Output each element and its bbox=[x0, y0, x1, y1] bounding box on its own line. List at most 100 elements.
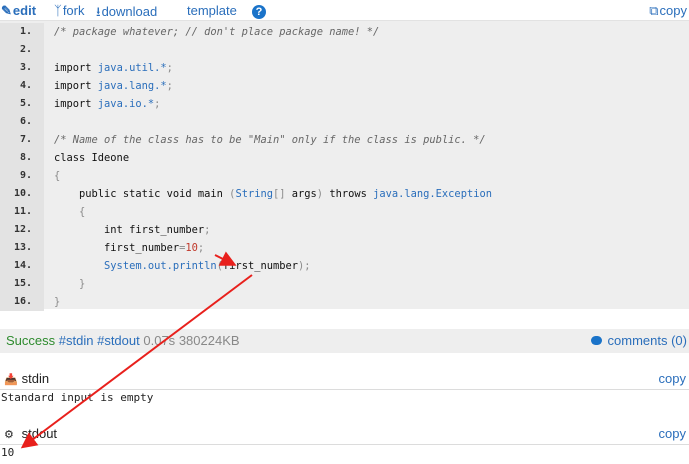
line-number: 10. bbox=[0, 185, 44, 203]
help-icon[interactable]: ? bbox=[252, 5, 266, 19]
code-token: args bbox=[291, 188, 317, 200]
copy-source-link[interactable]: ⧉copy bbox=[649, 3, 687, 19]
line-number: 11. bbox=[0, 203, 44, 221]
code-token: ; bbox=[166, 80, 173, 92]
status-summary: Success #stdin #stdout 0.07s 380224KB bbox=[6, 333, 240, 348]
line-number: 9. bbox=[0, 167, 44, 185]
code-token: java.util.* bbox=[97, 62, 167, 74]
fork-icon: ᛉ bbox=[54, 3, 62, 18]
code-text: public static void main (String[] args) … bbox=[54, 185, 492, 203]
code-token: import bbox=[54, 98, 98, 110]
code-token: ; bbox=[166, 62, 173, 74]
code-token: ) bbox=[316, 188, 330, 200]
code-text: import java.io.*; bbox=[54, 95, 160, 113]
code-token: 10 bbox=[185, 242, 198, 254]
template-link[interactable]: template bbox=[187, 3, 237, 18]
code-token: java.lang.Exception bbox=[373, 188, 492, 200]
line-number: 4. bbox=[0, 77, 44, 95]
code-token: ); bbox=[298, 260, 311, 272]
stdin-content: Standard input is empty bbox=[1, 391, 154, 404]
code-token: int first_number bbox=[54, 224, 205, 236]
code-text: class Ideone bbox=[54, 149, 129, 167]
code-token: ; bbox=[197, 242, 205, 254]
code-token: java.lang.* bbox=[97, 80, 167, 92]
code-text: { bbox=[54, 203, 85, 221]
code-text: } bbox=[54, 275, 85, 293]
pencil-icon: ✎ bbox=[1, 3, 12, 18]
execution-time: 0.07s bbox=[143, 333, 176, 348]
gears-icon: ⚙ bbox=[4, 429, 14, 441]
code-token: { bbox=[54, 206, 86, 218]
memory-usage: 380224KB bbox=[178, 333, 240, 348]
stdin-copy-link[interactable]: copy bbox=[659, 371, 686, 386]
stdin-anchor-link[interactable]: #stdin bbox=[59, 333, 94, 348]
code-line: 15. } bbox=[0, 275, 689, 293]
line-number: 14. bbox=[0, 257, 44, 275]
source-code-view[interactable]: 1. /* package whatever; // don't place pa… bbox=[0, 20, 689, 311]
code-line: 4. import java.lang.*; bbox=[0, 77, 689, 95]
code-text: first_number=10; bbox=[54, 239, 204, 257]
line-number: 8. bbox=[0, 149, 44, 167]
line-number: 15. bbox=[0, 275, 44, 293]
code-line: 12. int first_number; bbox=[0, 221, 689, 239]
line-number: 6. bbox=[0, 113, 44, 131]
code-token: java.io.* bbox=[97, 98, 155, 110]
line-number: 16. bbox=[0, 293, 44, 311]
code-token: /* package whatever; // don't place pack… bbox=[54, 26, 380, 38]
code-text: import java.lang.*; bbox=[54, 77, 173, 95]
stdout-header: ⚙ stdout copy bbox=[0, 424, 689, 445]
stdout-content: 10 bbox=[1, 446, 15, 459]
code-line: 13. first_number=10; bbox=[0, 239, 689, 257]
code-line: 2. bbox=[0, 41, 689, 59]
code-token: first_number bbox=[222, 260, 298, 272]
line-number: 3. bbox=[0, 59, 44, 77]
code-token: [] bbox=[272, 188, 292, 200]
code-line: 9. { bbox=[0, 167, 689, 185]
stdout-title: stdout bbox=[21, 426, 58, 441]
code-line: 7. /* Name of the class has to be "Main" … bbox=[0, 131, 689, 149]
result-status: Success bbox=[6, 333, 56, 348]
line-number: 13. bbox=[0, 239, 44, 257]
code-text: import java.util.*; bbox=[54, 59, 173, 77]
code-token: throws bbox=[329, 188, 374, 200]
code-line: 3. import java.util.*; bbox=[0, 59, 689, 77]
code-text: /* Name of the class has to be "Main" on… bbox=[54, 131, 486, 149]
fork-link[interactable]: ᛉfork bbox=[54, 3, 84, 18]
inbox-icon: 📥 bbox=[4, 374, 18, 386]
code-text: { bbox=[54, 167, 60, 185]
line-number: 5. bbox=[0, 95, 44, 113]
code-line: 11. { bbox=[0, 203, 689, 221]
code-line: 1. /* package whatever; // don't place pa… bbox=[0, 23, 689, 41]
code-line: 6. bbox=[0, 113, 689, 131]
line-number: 2. bbox=[0, 41, 44, 59]
code-line: 14. System.out.println(first_number); bbox=[0, 257, 689, 275]
code-line: 5. import java.io.*; bbox=[0, 95, 689, 113]
code-text: } bbox=[54, 293, 60, 311]
code-token: import bbox=[54, 62, 98, 74]
code-token: class Ideone bbox=[54, 152, 130, 164]
code-token: public static void main bbox=[54, 188, 230, 200]
code-line: 8. class Ideone bbox=[0, 149, 689, 167]
comments-link[interactable]: comments (0) bbox=[590, 333, 687, 348]
edit-link[interactable]: ✎edit bbox=[1, 3, 36, 19]
code-text: int first_number; bbox=[54, 221, 210, 239]
stdout-anchor-link[interactable]: #stdout bbox=[97, 333, 140, 348]
code-text: /* package whatever; // don't place pack… bbox=[54, 23, 379, 41]
line-number: 12. bbox=[0, 221, 44, 239]
code-token: System.out.println bbox=[54, 260, 217, 272]
code-token: { bbox=[54, 170, 61, 182]
stdout-copy-link[interactable]: copy bbox=[659, 426, 686, 441]
toolbar: ✎edit ᛉfork ⭳download template ? ⧉copy bbox=[0, 0, 689, 22]
code-token: /* Name of the class has to be "Main" on… bbox=[54, 134, 486, 146]
stdin-header: 📥 stdin copy bbox=[0, 369, 689, 390]
stdin-title: stdin bbox=[21, 371, 50, 386]
code-line: 10. public static void main (String[] ar… bbox=[0, 185, 689, 203]
code-line: 16.} bbox=[0, 293, 689, 311]
code-token: import bbox=[54, 80, 98, 92]
line-number: 7. bbox=[0, 131, 44, 149]
line-number: 1. bbox=[0, 23, 44, 41]
speech-bubble-icon bbox=[590, 336, 602, 345]
code-token: first_number bbox=[54, 242, 180, 254]
code-token: ; bbox=[204, 224, 211, 236]
code-token: } bbox=[54, 278, 86, 290]
